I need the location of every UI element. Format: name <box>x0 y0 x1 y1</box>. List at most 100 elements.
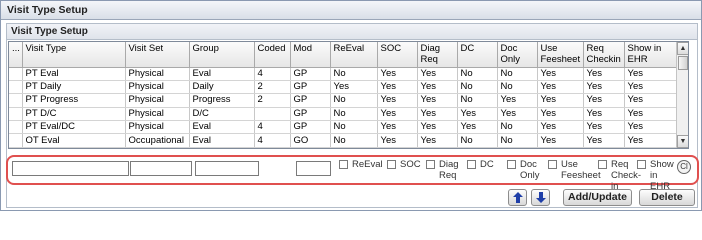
cell-show-in-ehr: Yes <box>624 67 677 81</box>
cell-dc: No <box>457 93 498 108</box>
table-row[interactable]: PT Eval Physical Eval 4 GP No Yes Yes No No Yes Yes… <box>9 67 677 81</box>
visit-set-input[interactable] <box>130 161 192 176</box>
dc-checkbox[interactable] <box>467 160 476 169</box>
cell-soc: Yes <box>377 133 418 148</box>
visit-type-input[interactable] <box>12 161 129 176</box>
move-up-button[interactable] <box>508 189 527 206</box>
cell-group: Eval <box>189 133 255 148</box>
cell-visit-type: OT Eval <box>22 133 126 148</box>
column-header-coded[interactable]: Coded <box>254 42 291 68</box>
column-header-sel[interactable]: ... <box>9 42 23 68</box>
cell-visit-set: Physical <box>125 67 190 81</box>
table-header-row: ... Visit Type Visit Set Group Coded Mod ReEva… <box>9 42 677 68</box>
clear-button[interactable]: Cl <box>677 160 691 174</box>
cell-sel <box>9 120 23 135</box>
column-header-group[interactable]: Group <box>189 42 255 68</box>
column-header-visit-set[interactable]: Visit Set <box>125 42 190 68</box>
cell-soc: Yes <box>377 107 418 122</box>
cell-doc-only: No <box>497 133 538 148</box>
cell-show-in-ehr: Yes <box>624 147 677 148</box>
cell-coded: 2 <box>254 147 291 148</box>
table-row[interactable]: PT Daily Physical Daily 2 GP Yes Yes Yes No No Yes… <box>9 80 677 95</box>
visit-type-table: ... Visit Type Visit Set Group Coded Mod ReEva… <box>9 42 677 148</box>
cell-soc: Yes <box>377 147 418 148</box>
cell-sel <box>9 93 23 108</box>
column-header-dc[interactable]: DC <box>457 42 498 68</box>
cell-mod: GO <box>290 133 331 148</box>
down-arrow-icon <box>535 192 546 203</box>
cell-visit-type: PT Eval <box>22 67 126 81</box>
doc-only-checkbox[interactable] <box>507 160 516 169</box>
cell-mod: GO <box>290 147 331 148</box>
column-header-diag-req[interactable]: Diag Req <box>417 42 458 68</box>
table-row[interactable]: OT DailyOccupationalDaily2GOYesYesYesNoN… <box>9 147 677 148</box>
cell-group: D/C <box>189 107 255 122</box>
column-header-doc-only[interactable]: Doc Only <box>497 42 538 68</box>
cell-visit-type: OT Daily <box>22 147 126 148</box>
cell-show-in-ehr: Yes <box>624 80 677 95</box>
cell-reeval: Yes <box>330 147 378 148</box>
cell-group: Daily <box>189 80 255 95</box>
cell-doc-only: No <box>497 120 538 135</box>
delete-button[interactable]: Delete <box>639 189 695 206</box>
column-header-reeval[interactable]: ReEval <box>330 42 378 68</box>
cell-sel <box>9 67 23 81</box>
cell-group: Eval <box>189 67 255 81</box>
scroll-down-icon[interactable]: ▼ <box>677 135 688 148</box>
cell-coded: 2 <box>254 93 291 108</box>
reeval-label: ReEval <box>352 159 383 170</box>
edit-row: ReEval SOC Diag Req DC Doc Only Use Fees… <box>6 155 699 192</box>
cell-visit-type: PT Daily <box>22 80 126 95</box>
cell-doc-only: Yes <box>497 93 538 108</box>
cell-diag-req: Yes <box>417 147 458 148</box>
show-in-ehr-checkbox[interactable] <box>637 160 646 169</box>
column-header-soc[interactable]: SOC <box>377 42 418 68</box>
cell-doc-only: No <box>497 80 538 95</box>
table-row[interactable]: PT Eval/DC Physical Eval 4 GP No Yes Yes Yes No Ye… <box>9 120 677 135</box>
column-header-visit-type[interactable]: Visit Type <box>22 42 126 68</box>
visit-type-setup-window: Visit Type Setup Visit Type Setup ... Vis… <box>0 0 702 211</box>
use-feesheet-checkbox[interactable] <box>548 160 557 169</box>
scroll-thumb[interactable] <box>678 56 688 70</box>
scroll-up-icon[interactable]: ▲ <box>677 42 688 55</box>
table-row[interactable]: OT Eval Occupational Eval 4 GO No Yes Yes No No Ye… <box>9 133 677 148</box>
cell-soc: Yes <box>377 80 418 95</box>
column-header-show-in-ehr[interactable]: Show in EHR <box>624 42 677 68</box>
diag-req-checkbox[interactable] <box>426 160 435 169</box>
mod-input[interactable] <box>296 161 331 176</box>
column-header-mod[interactable]: Mod <box>290 42 331 68</box>
dc-label: DC <box>480 159 494 170</box>
cell-req-checkin: Yes <box>583 107 625 122</box>
cell-req-checkin: Yes <box>583 120 625 135</box>
soc-checkbox[interactable] <box>387 160 396 169</box>
cell-diag-req: Yes <box>417 120 458 135</box>
req-checkin-checkbox[interactable] <box>598 160 607 169</box>
doc-only-label: Doc Only <box>520 159 540 181</box>
add-update-button[interactable]: Add/Update <box>563 189 632 206</box>
use-feesheet-label: Use Feesheet <box>561 159 601 181</box>
cell-use-feesheet: Yes <box>537 93 584 108</box>
cell-visit-set: Physical <box>125 107 190 122</box>
cell-dc: Yes <box>457 120 498 135</box>
cell-diag-req: Yes <box>417 80 458 95</box>
cell-dc: No <box>457 80 498 95</box>
column-header-use-feesheet[interactable]: Use Feesheet <box>537 42 584 68</box>
cell-mod: GP <box>290 80 331 95</box>
cell-req-checkin: Yes <box>583 80 625 95</box>
cell-reeval: No <box>330 67 378 81</box>
move-down-button[interactable] <box>531 189 550 206</box>
column-header-req-checkin[interactable]: Req Checkin <box>583 42 625 68</box>
cell-diag-req: Yes <box>417 107 458 122</box>
cell-soc: Yes <box>377 120 418 135</box>
cell-coded <box>254 107 291 122</box>
cell-diag-req: Yes <box>417 133 458 148</box>
cell-mod: GP <box>290 107 331 122</box>
cell-show-in-ehr: Yes <box>624 93 677 108</box>
group-input[interactable] <box>195 161 259 176</box>
cell-use-feesheet: Yes <box>537 147 584 148</box>
table-row[interactable]: PT D/C Physical D/C GP No Yes Yes Yes Yes Yes Yes Y… <box>9 107 677 122</box>
cell-req-checkin: Yes <box>583 93 625 108</box>
grid-vertical-scrollbar[interactable]: ▲ ▼ <box>676 42 688 148</box>
reeval-checkbox[interactable] <box>339 160 348 169</box>
table-row[interactable]: PT Progress Physical Progress 2 GP No Yes Yes No… <box>9 93 677 108</box>
